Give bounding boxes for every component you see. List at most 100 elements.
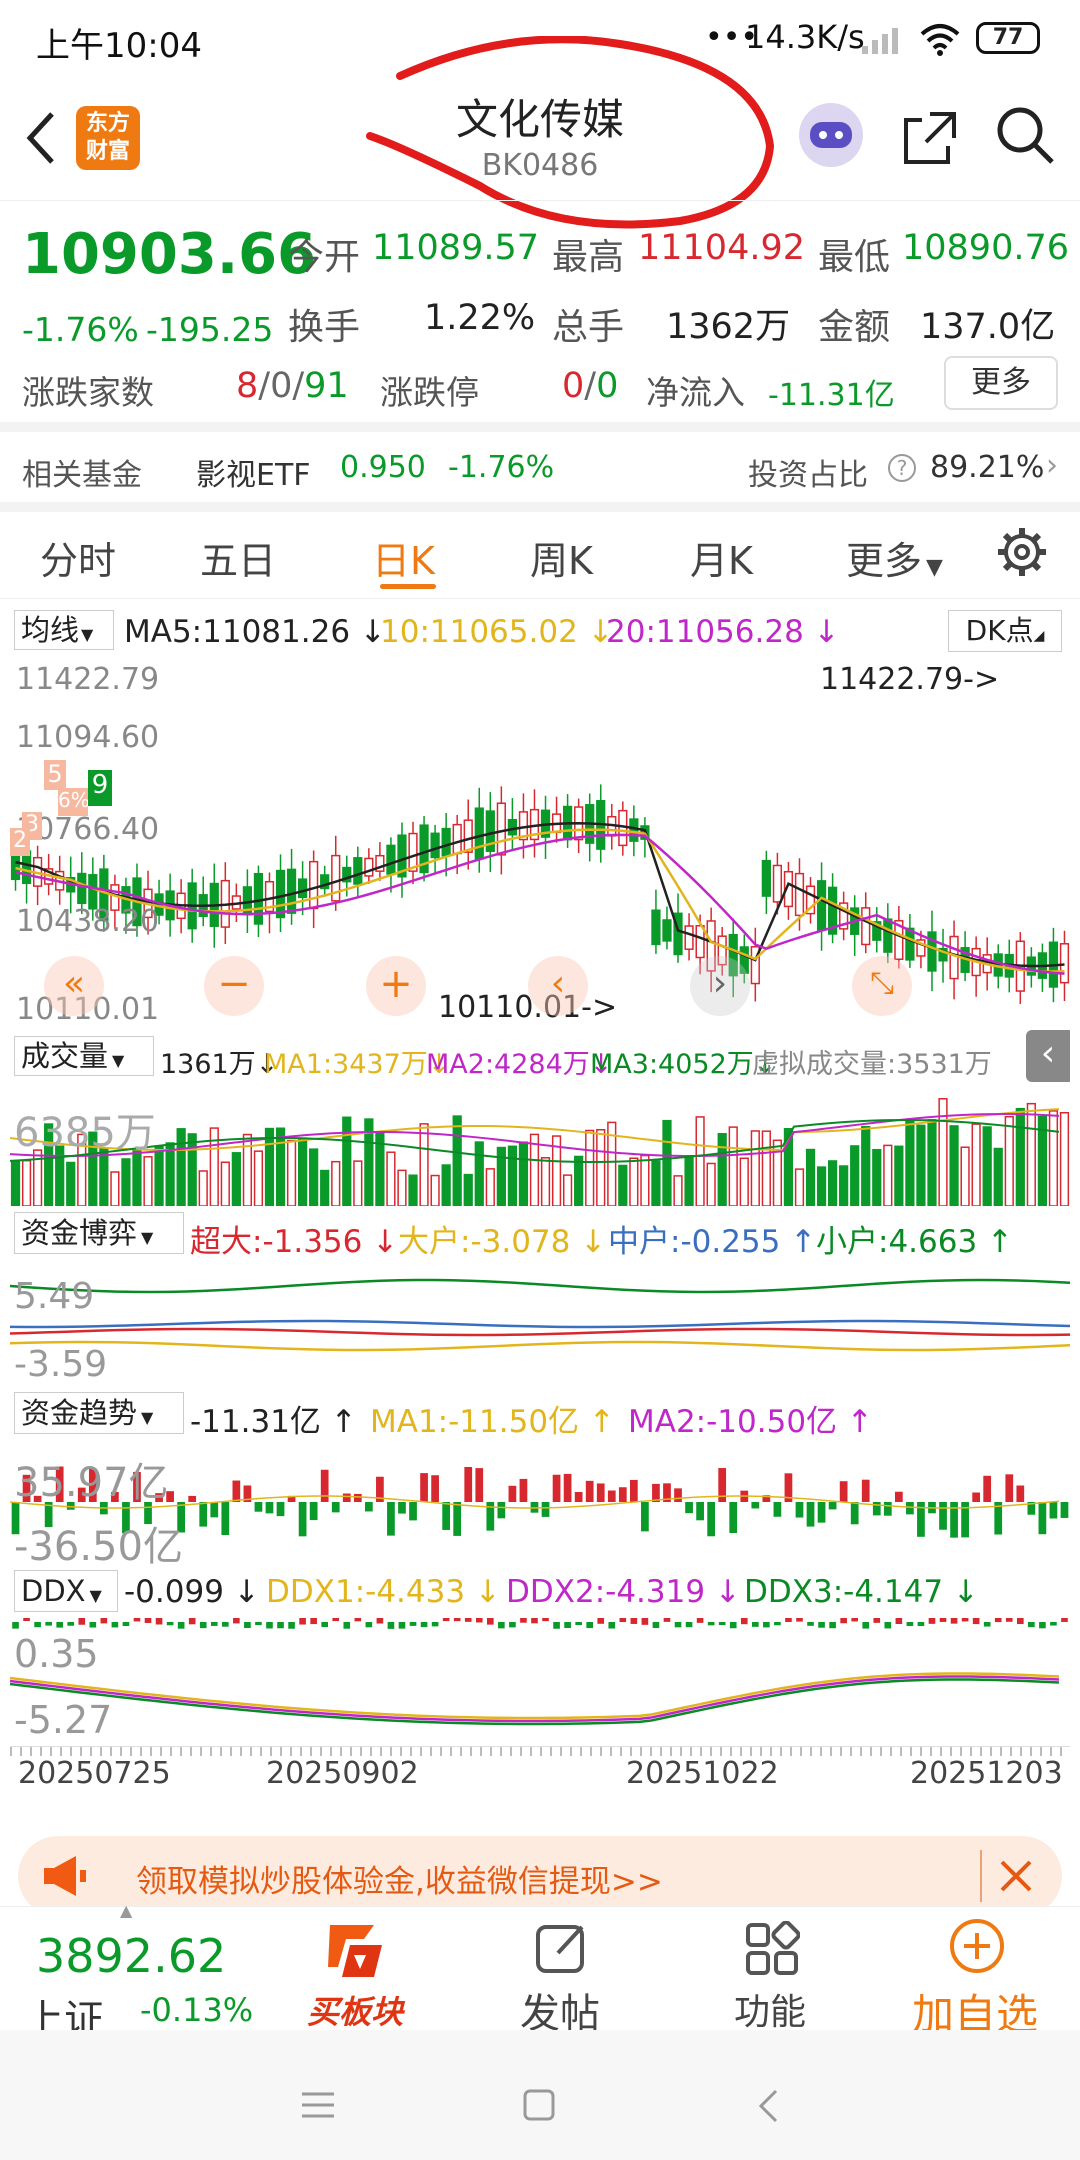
zoom-out-icon[interactable]: − bbox=[204, 956, 264, 1016]
capital-trend-bar bbox=[342, 1493, 351, 1502]
capital-trend-bar bbox=[972, 1492, 981, 1502]
ddx-bar bbox=[796, 1618, 803, 1622]
home-icon[interactable] bbox=[522, 2088, 556, 2122]
volume-bar bbox=[596, 1128, 606, 1206]
promo-banner[interactable]: 领取模拟炒股体验金,收益微信提现>> bbox=[18, 1836, 1062, 1916]
volume-ma2-text: MA2:4284万 bbox=[426, 1049, 590, 1080]
more-button[interactable]: 更多 bbox=[944, 356, 1058, 410]
breadth-value: 8/0/91 bbox=[236, 366, 349, 406]
capital-trend-y-bottom: -36.50亿 bbox=[14, 1524, 183, 1570]
volume-bar bbox=[275, 1127, 286, 1206]
volume-bar bbox=[66, 1161, 76, 1206]
tab-week-k[interactable]: 周K bbox=[530, 530, 593, 585]
capital-game-selector[interactable]: 资金博弈 ▼ bbox=[14, 1212, 184, 1254]
add-watchlist-button[interactable]: 加自选 bbox=[900, 1917, 1050, 2039]
settings-gear-icon[interactable] bbox=[996, 526, 1048, 578]
next-icon[interactable]: › bbox=[690, 956, 750, 1016]
volume-ma1-text: MA1:3437万 bbox=[264, 1049, 428, 1080]
ddx-bar bbox=[1005, 1618, 1013, 1622]
volume-label: 总手 bbox=[552, 307, 625, 348]
back-icon[interactable] bbox=[20, 108, 60, 168]
ddx-bar bbox=[487, 1618, 494, 1625]
volume-bar bbox=[574, 1155, 584, 1206]
volume-bar bbox=[21, 1159, 32, 1206]
volume-bar bbox=[839, 1165, 849, 1206]
battery-icon: 77 bbox=[976, 22, 1040, 54]
divider bbox=[0, 502, 1080, 512]
volume-bar bbox=[540, 1157, 551, 1206]
app-logo[interactable]: 东方 财富 bbox=[76, 106, 140, 170]
volume-bar bbox=[397, 1169, 407, 1206]
candle-body bbox=[949, 935, 959, 980]
fund-price: 0.950 bbox=[340, 450, 426, 485]
volume-bar bbox=[916, 1124, 926, 1206]
zoom-in-icon[interactable]: + bbox=[366, 956, 426, 1016]
capital-trend-ma1: MA1:-11.50亿 ↑ bbox=[370, 1404, 615, 1440]
volume-selector[interactable]: 成交量 ▼ bbox=[14, 1036, 154, 1076]
edit-post-icon bbox=[536, 1925, 584, 1973]
ddx-bar bbox=[807, 1622, 814, 1626]
close-icon[interactable] bbox=[998, 1858, 1034, 1894]
tab-five-day[interactable]: 五日 bbox=[200, 530, 276, 585]
ddx-bar bbox=[818, 1622, 825, 1628]
ddx-value: -0.099 ↓ bbox=[124, 1574, 260, 1610]
functions-button[interactable]: 功能 bbox=[710, 1917, 830, 2033]
ddx-selector[interactable]: DDX ▼ bbox=[14, 1570, 118, 1612]
volume-bar bbox=[463, 1173, 473, 1206]
ddx-bar bbox=[520, 1618, 527, 1623]
volume-bar bbox=[662, 1119, 672, 1206]
candle-body bbox=[662, 919, 672, 942]
tab-fenshi[interactable]: 分时 bbox=[40, 530, 116, 585]
back-nav-icon[interactable] bbox=[756, 2088, 780, 2124]
share-icon[interactable] bbox=[900, 108, 960, 168]
fullscreen-icon[interactable]: ⤡ bbox=[852, 956, 912, 1016]
ddx-bar bbox=[376, 1618, 384, 1624]
volume-bar bbox=[309, 1148, 319, 1206]
scroll-left-icon[interactable]: « bbox=[44, 956, 104, 1016]
help-icon[interactable]: ? bbox=[888, 454, 916, 482]
caret-up-icon: ▲ bbox=[120, 1901, 133, 1920]
menu-icon[interactable] bbox=[300, 2090, 336, 2120]
post-button[interactable]: 发帖 bbox=[500, 1917, 620, 2037]
date-label: 20251203 bbox=[910, 1756, 1063, 1791]
candle-body bbox=[297, 878, 308, 899]
volume-bar bbox=[198, 1170, 208, 1206]
capital-small: 小户:4.663 ↑ bbox=[816, 1224, 1014, 1260]
volume-bar bbox=[960, 1146, 970, 1206]
ddx-bar bbox=[950, 1618, 958, 1624]
buy-sector-button[interactable]: 买板块 bbox=[300, 1917, 410, 2031]
tab-more[interactable]: 更多 ▼ bbox=[846, 530, 943, 585]
ma-selector[interactable]: 均线 ▼ bbox=[14, 610, 114, 650]
ddx-bar bbox=[310, 1618, 317, 1625]
ddx-bar bbox=[685, 1622, 693, 1628]
dk-button[interactable]: DK点◢ bbox=[948, 610, 1062, 652]
capital-large: 大户:-3.078 ↓ bbox=[398, 1224, 607, 1260]
chevron-right-icon[interactable]: › bbox=[1046, 448, 1058, 483]
event-tag[interactable]: 6% bbox=[58, 788, 90, 816]
ddx-y-bottom: -5.27 bbox=[14, 1698, 113, 1742]
ddx-bar bbox=[586, 1622, 593, 1629]
capital-trend-bar bbox=[983, 1475, 992, 1502]
ddx-bar bbox=[343, 1622, 351, 1629]
kline-y-label: 11094.60 bbox=[16, 720, 160, 755]
tab-day-k[interactable]: 日K bbox=[372, 530, 435, 585]
event-tag[interactable]: 9 bbox=[88, 770, 112, 806]
volume-bar bbox=[286, 1139, 297, 1206]
fund-name[interactable]: 影视ETF bbox=[196, 450, 311, 494]
event-tag[interactable]: 2 bbox=[10, 828, 30, 856]
inflow-value: -11.31亿 bbox=[768, 378, 895, 413]
search-icon[interactable] bbox=[994, 104, 1058, 168]
index-price[interactable]: 3892.62 bbox=[36, 1929, 226, 1983]
capital-game-label: 资金博弈 bbox=[21, 1216, 138, 1250]
candle-body bbox=[883, 918, 893, 953]
capital-trend-bar bbox=[265, 1502, 274, 1514]
robot-assistant-icon[interactable] bbox=[796, 100, 866, 170]
capital-trend-selector[interactable]: 资金趋势 ▼ bbox=[14, 1392, 184, 1434]
volume-bar bbox=[1015, 1107, 1025, 1206]
ddx-bar bbox=[928, 1618, 936, 1624]
event-tag[interactable]: 5 bbox=[44, 760, 66, 790]
tab-month-k[interactable]: 月K bbox=[690, 530, 753, 585]
prev-icon[interactable]: ‹ bbox=[528, 956, 588, 1016]
collapse-panel-icon[interactable]: ‹ bbox=[1026, 1030, 1070, 1082]
ddx-bar bbox=[663, 1618, 671, 1622]
